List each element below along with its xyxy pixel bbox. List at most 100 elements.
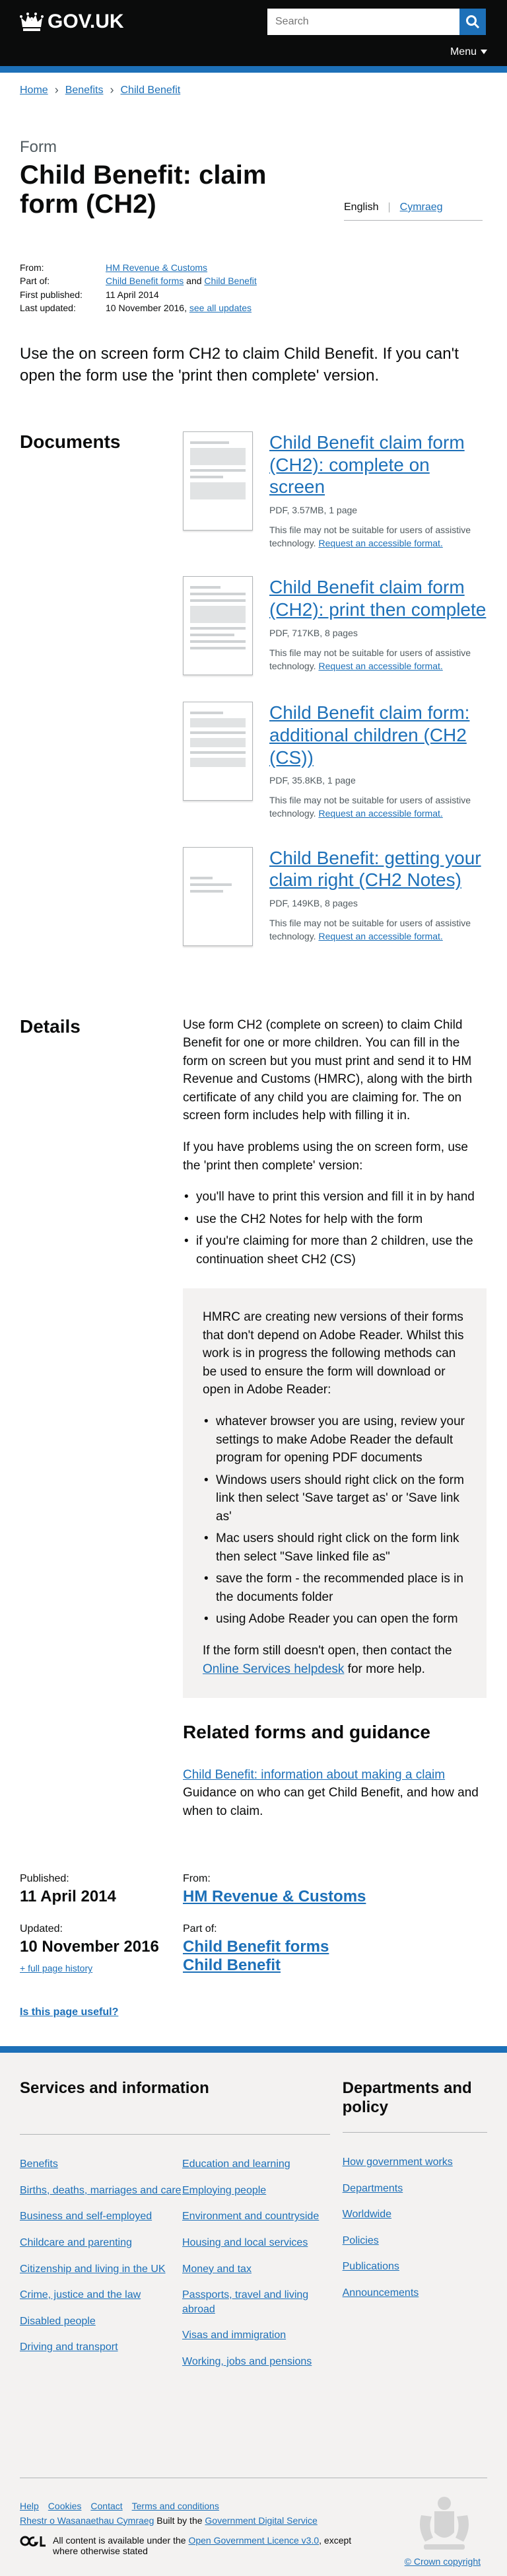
see-all-updates-link[interactable]: see all updates bbox=[189, 303, 252, 313]
request-accessible-format-link[interactable]: Request an accessible format. bbox=[318, 808, 442, 819]
footer-link[interactable]: Benefits bbox=[20, 2157, 182, 2172]
footer-link[interactable]: Employing people bbox=[182, 2184, 330, 2198]
title-block: English | Cymraeg Form Child Benefit: cl… bbox=[0, 138, 507, 221]
document-link[interactable]: Child Benefit: getting your claim right … bbox=[269, 847, 487, 891]
document-thumbnail[interactable] bbox=[183, 702, 253, 801]
meta-part-link-child-benefit[interactable]: Child Benefit bbox=[204, 276, 256, 286]
request-accessible-format-link[interactable]: Request an accessible format. bbox=[318, 661, 442, 671]
govuk-logo-link[interactable]: GOV.UK bbox=[20, 11, 124, 33]
search-icon bbox=[466, 15, 480, 29]
full-page-history-link[interactable]: + full page history bbox=[20, 1963, 183, 1973]
meta-last-updated: Last updated: 10 November 2016, see all … bbox=[20, 301, 487, 314]
pub-part-link-child-benefit[interactable]: Child Benefit bbox=[183, 1956, 487, 1975]
details-section: Details Use form CH2 (complete on screen… bbox=[0, 1016, 507, 1834]
callout-outro-prefix: If the form still doesn't open, then con… bbox=[203, 1644, 452, 1658]
published-value: 11 April 2014 bbox=[20, 1888, 116, 1906]
document-thumbnail[interactable] bbox=[183, 431, 253, 531]
menu-button[interactable]: Menu bbox=[450, 46, 487, 58]
document-item: Child Benefit: getting your claim right … bbox=[183, 846, 487, 946]
footer-link[interactable]: Publications bbox=[343, 2260, 487, 2274]
footer-link[interactable]: Births, deaths, marriages and care bbox=[20, 2184, 182, 2198]
footer-link[interactable]: Crime, justice and the law bbox=[20, 2288, 182, 2302]
meta-from-link[interactable]: HM Revenue & Customs bbox=[106, 262, 207, 273]
document-meta: PDF, 717KB, 8 pages bbox=[269, 627, 358, 638]
footer-link[interactable]: Policies bbox=[343, 2234, 487, 2248]
meta-part-link-forms[interactable]: Child Benefit forms bbox=[106, 276, 184, 286]
breadcrumb-benefits[interactable]: Benefits bbox=[65, 85, 104, 96]
meta-first-published: First published: 11 April 2014 bbox=[20, 288, 487, 301]
footer-link[interactable]: Visas and immigration bbox=[182, 2328, 330, 2343]
meta-from-label: From: bbox=[20, 262, 44, 273]
help-link[interactable]: Help bbox=[20, 2501, 39, 2511]
meta-last-updated-value: 10 November 2016, bbox=[106, 302, 187, 313]
logo-text: GOV.UK bbox=[48, 11, 124, 32]
adobe-reader-callout: HMRC are creating new versions of their … bbox=[183, 1288, 487, 1699]
documents-heading: Documents bbox=[20, 431, 121, 452]
footer-depts-heading: Departments and policy bbox=[342, 2079, 487, 2133]
online-services-helpdesk-link[interactable]: Online Services helpdesk bbox=[203, 1662, 344, 1676]
footer-link[interactable]: Environment and countryside bbox=[182, 2209, 330, 2224]
welsh-services-link[interactable]: Rhestr o Wasanaethau Cymraeg bbox=[20, 2515, 154, 2526]
pub-from-link[interactable]: HM Revenue & Customs bbox=[183, 1888, 487, 1906]
document-link[interactable]: Child Benefit claim form (CH2): print th… bbox=[269, 576, 487, 620]
footer-link[interactable]: Announcements bbox=[343, 2286, 487, 2300]
document-type: Form bbox=[20, 138, 57, 156]
footer-link[interactable]: Worldwide bbox=[343, 2207, 487, 2222]
meta-part-and: and bbox=[186, 276, 202, 287]
related-description: Guidance on who can get Child Benefit, a… bbox=[183, 1786, 479, 1818]
metadata: From: HM Revenue & Customs Part of: Chil… bbox=[20, 261, 487, 314]
list-item: use the CH2 Notes for help with the form bbox=[183, 1210, 487, 1229]
meta-last-updated-label: Last updated: bbox=[20, 302, 76, 313]
footer-link[interactable]: Money and tax bbox=[182, 2262, 330, 2277]
footer-link[interactable]: Departments bbox=[343, 2182, 487, 2196]
request-accessible-format-link[interactable]: Request an accessible format. bbox=[318, 931, 442, 941]
search-input[interactable] bbox=[267, 9, 459, 35]
chevron-right-icon: › bbox=[110, 83, 114, 96]
accessibility-note: This file may not be suitable for users … bbox=[269, 646, 487, 673]
document-thumbnail[interactable] bbox=[183, 576, 253, 676]
footer-link[interactable]: Passports, travel and living abroad bbox=[182, 2288, 330, 2316]
footer-link[interactable]: Education and learning bbox=[182, 2157, 330, 2172]
contact-link[interactable]: Contact bbox=[90, 2501, 122, 2511]
list-item: Windows users should right click on the … bbox=[203, 1471, 467, 1526]
document-list: Child Benefit claim form (CH2): complete… bbox=[183, 431, 487, 973]
list-item: Mac users should right click on the form… bbox=[203, 1529, 467, 1566]
breadcrumb-home[interactable]: Home bbox=[20, 85, 48, 96]
callout-intro: HMRC are creating new versions of their … bbox=[203, 1310, 464, 1397]
document-meta: PDF, 35.8KB, 1 page bbox=[269, 775, 356, 786]
breadcrumb-child-benefit[interactable]: Child Benefit bbox=[121, 85, 181, 96]
footer-link[interactable]: Working, jobs and pensions bbox=[182, 2355, 330, 2369]
request-accessible-format-link[interactable]: Request an accessible format. bbox=[318, 538, 442, 548]
footer-link[interactable]: How government works bbox=[343, 2155, 487, 2170]
document-link[interactable]: Child Benefit claim form: additional chi… bbox=[269, 702, 487, 768]
document-link[interactable]: Child Benefit claim form (CH2): complete… bbox=[269, 431, 487, 498]
footer-link[interactable]: Housing and local services bbox=[182, 2236, 330, 2250]
footer-link[interactable]: Business and self-employed bbox=[20, 2209, 182, 2224]
lang-separator: | bbox=[388, 202, 391, 213]
search-button[interactable] bbox=[459, 9, 486, 35]
related-link[interactable]: Child Benefit: information about making … bbox=[183, 1766, 487, 1785]
list-item: you'll have to print this version and fi… bbox=[183, 1188, 487, 1206]
chevron-right-icon: › bbox=[54, 83, 59, 96]
meta-from: From: HM Revenue & Customs bbox=[20, 261, 487, 274]
footer-depts-list: How government works Departments Worldwi… bbox=[343, 2155, 487, 2300]
footer-link[interactable]: Driving and transport bbox=[20, 2340, 182, 2355]
page-feedback: Is this page useful? bbox=[20, 2006, 487, 2018]
footer-link[interactable]: Citizenship and living in the UK bbox=[20, 2262, 182, 2277]
lang-welsh-link[interactable]: Cymraeg bbox=[400, 202, 443, 213]
crown-copyright-link[interactable]: © Crown copyright bbox=[405, 2556, 481, 2567]
pub-part-link-forms[interactable]: Child Benefit forms bbox=[183, 1938, 487, 1956]
licence-prefix: All content is available under the bbox=[53, 2534, 186, 2546]
list-item: save the form - the recommended place is… bbox=[203, 1570, 467, 1606]
footer-link[interactable]: Disabled people bbox=[20, 2314, 182, 2329]
lang-english: English bbox=[344, 202, 379, 213]
feedback-link[interactable]: Is this page useful? bbox=[20, 2006, 118, 2018]
terms-link[interactable]: Terms and conditions bbox=[132, 2501, 219, 2511]
ogl-link[interactable]: Open Government Licence v3.0 bbox=[188, 2535, 319, 2546]
gds-link[interactable]: Government Digital Service bbox=[205, 2515, 317, 2526]
document-thumbnail[interactable] bbox=[183, 846, 253, 946]
footer-link[interactable]: Childcare and parenting bbox=[20, 2236, 182, 2250]
callout-outro-suffix: for more help. bbox=[347, 1662, 425, 1676]
page-title: Child Benefit: claim form (CH2) bbox=[20, 161, 267, 219]
cookies-link[interactable]: Cookies bbox=[48, 2501, 82, 2511]
